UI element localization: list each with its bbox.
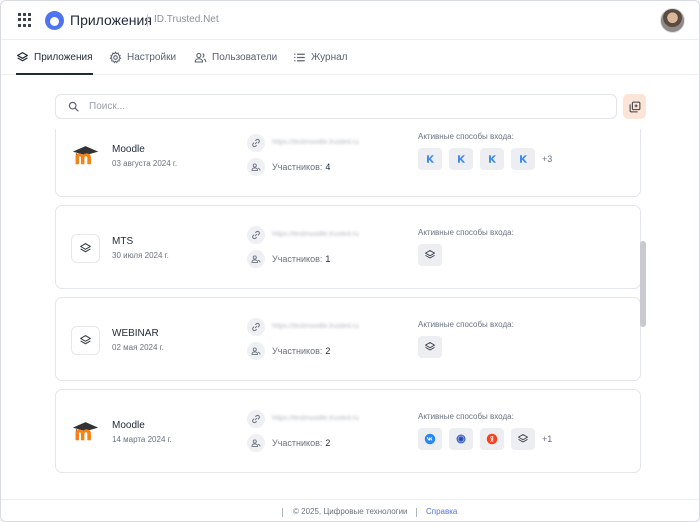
k-icon[interactable] — [480, 148, 504, 170]
app-name: Moodle — [112, 420, 145, 431]
gallery-icon — [629, 101, 640, 112]
login-methods-label: Активные способы входа: — [418, 132, 514, 141]
login-methods — [418, 244, 442, 266]
link-icon — [247, 410, 265, 428]
participants-count: Участников: 4 — [272, 162, 331, 172]
users-icon — [247, 434, 265, 452]
footer-divider — [416, 508, 417, 517]
nav-tabs: Приложения Настройки Пользователи Журнал — [1, 41, 699, 75]
tab-label: Настройки — [127, 52, 177, 63]
users-icon — [194, 52, 207, 63]
participants-count: Участников: 2 — [272, 438, 331, 448]
circle-icon[interactable] — [449, 428, 473, 450]
layers-icon — [71, 234, 100, 263]
application-card[interactable]: MTS 30 июля 2024 г. https://testmoodle.t… — [55, 205, 641, 289]
top-bar: Приложения ID.Trusted.Net — [1, 1, 699, 40]
app-url[interactable]: https://testmoodle.trusted.ru — [272, 231, 359, 238]
list-icon — [294, 53, 305, 62]
login-methods: +1 — [418, 428, 552, 450]
app-name: Moodle — [112, 144, 145, 155]
moodle-logo-icon — [71, 142, 100, 171]
layers-icon[interactable] — [418, 244, 442, 266]
tab-applications[interactable]: Приложения — [16, 41, 93, 75]
app-date: 03 августа 2024 г. — [112, 159, 178, 168]
participants-count: Участников: 2 — [272, 346, 331, 356]
k-icon[interactable] — [511, 148, 535, 170]
app-date: 02 мая 2024 г. — [112, 343, 164, 352]
app-date: 14 марта 2024 г. — [112, 435, 172, 444]
view-toggle-button[interactable] — [623, 94, 646, 119]
applications-list: Moodle 03 августа 2024 г. https://testmo… — [1, 129, 699, 493]
app-window: Приложения ID.Trusted.Net Приложения Нас… — [0, 0, 700, 522]
user-avatar[interactable] — [660, 8, 685, 33]
search-input[interactable] — [89, 101, 589, 112]
app-logo-icon — [45, 11, 64, 30]
tab-label: Приложения — [34, 52, 93, 63]
app-url[interactable]: https://testmoodle.trusted.ru — [272, 415, 359, 422]
tab-users[interactable]: Пользователи — [194, 41, 277, 74]
login-methods-label: Активные способы входа: — [418, 228, 514, 237]
users-icon — [247, 342, 265, 360]
tab-settings[interactable]: Настройки — [109, 41, 176, 74]
app-name: MTS — [112, 236, 134, 247]
apps-grid-icon[interactable] — [18, 13, 32, 27]
title-divider — [147, 14, 148, 27]
k-icon[interactable] — [449, 148, 473, 170]
application-card[interactable]: Moodle 03 августа 2024 г. https://testmo… — [55, 129, 641, 197]
link-icon — [247, 134, 265, 152]
footer-copyright: © 2025, Цифровые технологии — [293, 507, 408, 516]
search-icon — [68, 101, 79, 112]
app-title: Приложения — [70, 12, 152, 28]
gear-icon — [109, 51, 122, 64]
login-methods: +3 — [418, 148, 552, 170]
tab-label: Пользователи — [212, 52, 278, 63]
users-icon — [247, 250, 265, 268]
link-icon — [247, 318, 265, 336]
application-card[interactable]: Moodle 14 марта 2024 г. https://testmood… — [55, 389, 641, 473]
more-methods-count[interactable]: +3 — [542, 154, 552, 164]
users-icon — [247, 158, 265, 176]
login-methods — [418, 336, 442, 358]
search-box — [55, 94, 617, 119]
moodle-logo-icon — [71, 418, 100, 447]
tab-label: Журнал — [311, 52, 348, 63]
link-icon — [247, 226, 265, 244]
participants-count: Участников: 1 — [272, 254, 331, 264]
yandex-icon[interactable] — [480, 428, 504, 450]
footer: © 2025, Цифровые технологии Справка — [1, 499, 699, 521]
tab-journal[interactable]: Журнал — [293, 41, 348, 74]
help-link[interactable]: Справка — [426, 507, 457, 516]
footer-divider — [282, 508, 283, 517]
more-methods-count[interactable]: +1 — [542, 434, 552, 444]
layers-icon — [71, 326, 100, 355]
app-url[interactable]: https://testmoodle.trusted.ru — [272, 139, 359, 146]
layers-icon[interactable] — [418, 336, 442, 358]
layers-icon[interactable] — [511, 428, 535, 450]
app-url[interactable]: https://testmoodle.trusted.ru — [272, 323, 359, 330]
application-card[interactable]: WEBINAR 02 мая 2024 г. https://testmoodl… — [55, 297, 641, 381]
login-methods-label: Активные способы входа: — [418, 320, 514, 329]
layers-icon — [17, 52, 28, 62]
vk-icon[interactable] — [418, 428, 442, 450]
k-icon[interactable] — [418, 148, 442, 170]
scrollbar-thumb[interactable] — [640, 241, 646, 327]
app-name: WEBINAR — [112, 328, 159, 339]
app-subtitle: ID.Trusted.Net — [154, 14, 219, 25]
login-methods-label: Активные способы входа: — [418, 412, 514, 421]
app-date: 30 июля 2024 г. — [112, 251, 169, 260]
